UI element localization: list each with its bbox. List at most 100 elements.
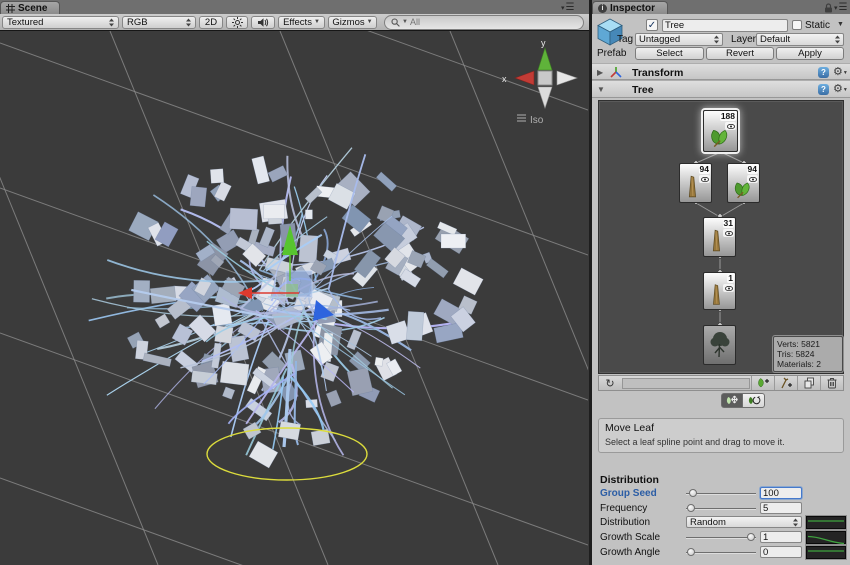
growth-scale-slider[interactable] [686,531,756,544]
growth-scale-input[interactable] [760,531,802,543]
gameobject-name-input[interactable] [662,19,788,32]
updown-arrow-icon [714,35,719,44]
help-icon[interactable]: ? [818,67,829,78]
prefab-apply-button[interactable]: Apply [776,47,844,60]
search-input[interactable] [410,17,577,27]
scene-search-field[interactable]: ▼ [384,15,584,30]
duplicate-node-button[interactable] [797,376,820,390]
slider-track [686,552,756,553]
frequency-input[interactable] [760,502,802,514]
tree-node-leaf-group-188[interactable]: 188 [703,110,738,152]
static-label: Static [805,20,830,31]
foldout-expanded-icon[interactable]: ▼ [597,85,605,94]
growth-scale-curve-preview[interactable] [806,531,846,544]
growth-scale-row: Growth Scale [592,531,850,544]
tab-inspector[interactable]: i Inspector [592,1,668,14]
tag-value: Untagged [639,34,680,45]
growth-angle-slider[interactable] [686,546,756,559]
lock-icon[interactable] [824,3,833,13]
axis-x-label: x [502,74,507,84]
frequency-slider[interactable] [686,502,756,515]
info-icon: i [598,4,607,13]
inspector-tab-label: Inspector [610,3,655,14]
prefab-revert-button[interactable]: Revert [706,47,774,60]
effects-dropdown[interactable]: Effects ▼ [278,16,325,29]
distribution-curve-preview[interactable] [806,516,846,529]
toggle-2d-button[interactable]: 2D [199,16,223,29]
neg-x-axis-cone[interactable] [557,71,577,85]
audio-toggle-button[interactable] [251,16,275,29]
rotate-leaf-tool-button[interactable] [743,393,765,408]
help-icon[interactable]: ? [818,84,829,95]
slider-knob[interactable] [687,504,695,512]
add-branch-group-button[interactable] [774,376,797,390]
prefab-select-button[interactable]: Select [635,47,704,60]
tree-component-header[interactable]: ▼ Tree ? ⚙▼ [592,80,850,98]
slider-track [686,508,756,509]
neg-y-axis-cone[interactable] [538,87,552,108]
hamburger-icon: ☰ [839,2,848,13]
x-axis-cone[interactable] [515,71,534,85]
tree-node-branch-group-1[interactable]: 1 [703,272,736,310]
group-seed-label[interactable]: Group Seed [600,488,657,499]
active-checkbox[interactable]: ✓ [646,19,658,31]
prefab-label: Prefab [597,48,626,59]
move-leaf-icon [725,395,739,406]
refresh-button[interactable]: ↻ [599,376,621,390]
unity-editor-window: Scene ▾ ☰ Textured RGB 2D [0,0,850,565]
gizmos-dropdown[interactable]: Gizmos ▼ [328,16,377,29]
distribution-label[interactable]: Distribution [600,517,650,528]
orientation-gizmo[interactable]: y x Iso [502,38,577,126]
growth-angle-label[interactable]: Growth Angle [600,547,660,558]
projection-label[interactable]: Iso [530,115,544,126]
transform-component-header[interactable]: ▶ Transform ? ⚙▼ [592,63,850,80]
updown-arrow-icon [186,18,191,27]
scene-tab-options[interactable]: ▾ ☰ [561,2,574,13]
color-mode-label: RGB [127,17,148,28]
color-mode-dropdown[interactable]: RGB [122,16,196,29]
tree-node-graph[interactable]: 188 94 94 [598,100,844,374]
growth-angle-curve-preview[interactable] [806,546,846,559]
revert-label: Revert [726,48,754,59]
add-leaf-group-button[interactable] [751,376,774,390]
scene-toolbar: Textured RGB 2D [0,14,589,31]
slider-knob[interactable] [689,489,697,497]
tree-node-branch-group-31[interactable]: 31 [703,217,736,257]
tree-node-leaf-group-94[interactable]: 94 [727,163,760,203]
orientation-cube[interactable] [538,71,552,85]
scene-panel: Scene ▾ ☰ Textured RGB 2D [0,0,589,565]
gear-icon[interactable]: ⚙▼ [833,83,848,97]
tab-scene[interactable]: Scene [0,1,60,14]
duplicate-icon [804,377,815,389]
growth-angle-input[interactable] [760,546,802,558]
slider-knob[interactable] [687,548,695,556]
y-axis-cone[interactable] [538,48,552,70]
scene-tab-label: Scene [18,3,47,14]
inspector-tab-options[interactable]: ▾ ☰ [824,2,847,13]
scene-viewport[interactable]: y x Iso [0,31,589,565]
rotate-leaf-icon [747,395,761,406]
distribution-dropdown[interactable]: Random [686,516,802,528]
gear-icon[interactable]: ⚙▼ [833,66,848,80]
layer-dropdown[interactable]: Default [756,33,844,46]
group-seed-slider[interactable] [686,487,756,500]
foldout-collapsed-icon[interactable]: ▶ [597,68,603,77]
apply-label: Apply [798,48,822,59]
growth-scale-label[interactable]: Growth Scale [600,532,660,543]
node-count-badge: 94 [747,165,758,174]
static-checkbox[interactable] [792,20,802,30]
move-gizmo-plane-handle[interactable] [286,284,298,297]
tree-node-root[interactable] [703,325,736,365]
slider-knob[interactable] [747,533,755,541]
tree-node-branch-group-94[interactable]: 94 [679,163,712,203]
frequency-label[interactable]: Frequency [600,503,647,514]
delete-node-button[interactable] [820,376,843,390]
render-mode-dropdown[interactable]: Textured [2,16,119,29]
lighting-toggle-button[interactable] [226,16,248,29]
move-leaf-tool-button[interactable] [721,393,743,408]
updown-arrow-icon [835,35,840,44]
static-dropdown-arrow-icon[interactable]: ▼ [837,21,844,28]
search-filter-arrow-icon[interactable]: ▼ [402,19,408,25]
tag-dropdown[interactable]: Untagged [635,33,723,46]
group-seed-input[interactable] [760,487,802,499]
